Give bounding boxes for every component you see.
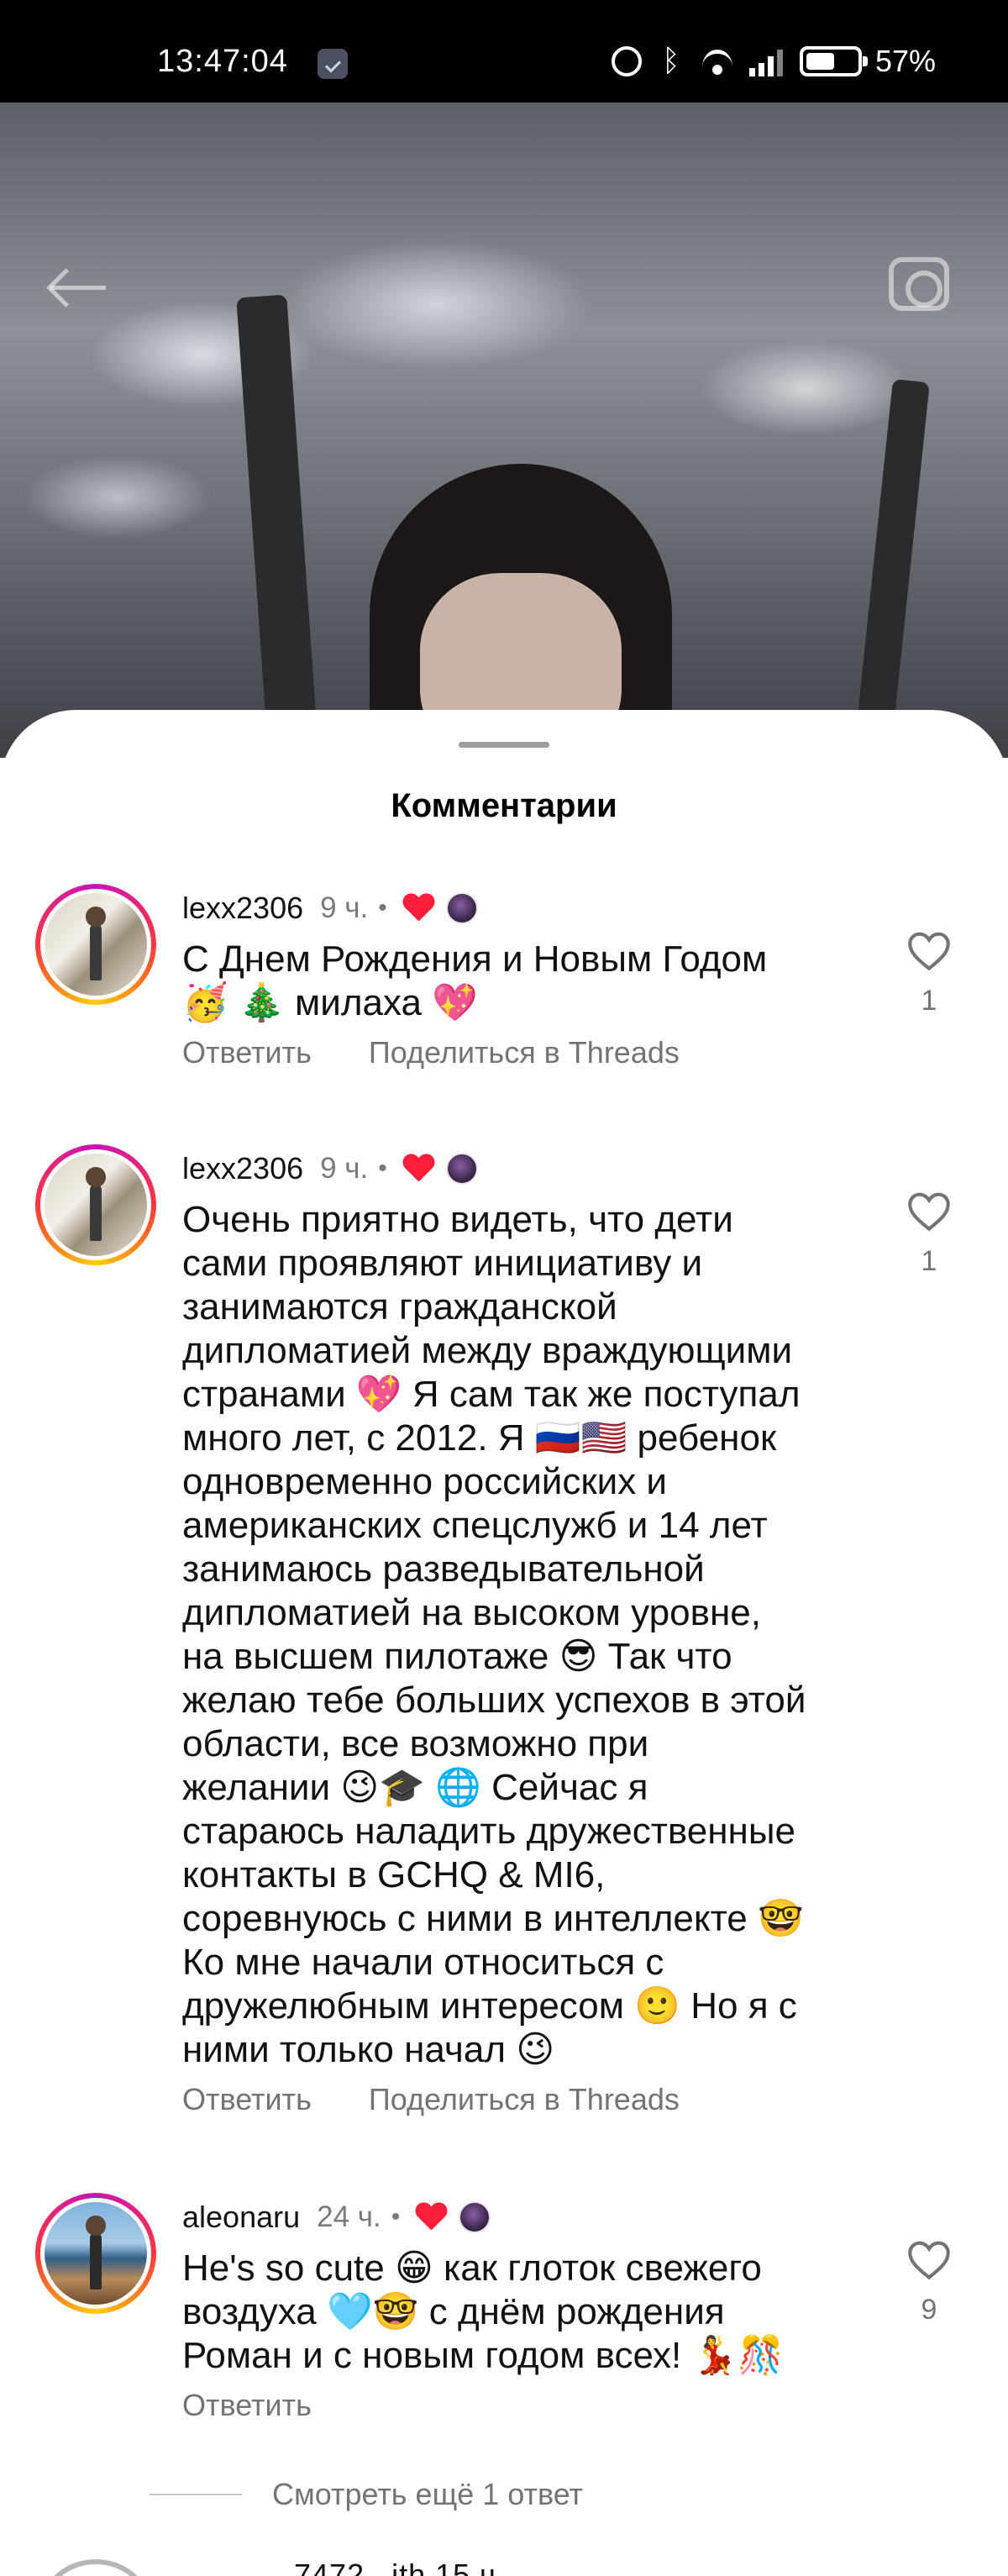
sheet-drag-handle[interactable] (459, 742, 549, 748)
view-more-replies-button[interactable]: Смотреть ещё 1 ответ (150, 2477, 583, 2512)
tree-trunk (854, 378, 930, 751)
comment-time: 9 ч. (320, 1152, 369, 1185)
separator-dot: • (378, 894, 387, 922)
comment-time: 9 ч. (320, 891, 369, 924)
creator-liked-heart-icon (402, 1154, 434, 1183)
sheet-title: Комментарии (391, 787, 617, 824)
like-heart-icon[interactable] (906, 929, 953, 971)
avatar-photo (45, 893, 147, 996)
battery-level (806, 53, 834, 70)
wifi-icon (699, 46, 736, 76)
avatar[interactable] (35, 2193, 156, 2314)
alarm-icon (611, 46, 642, 76)
creator-liked-heart-icon (402, 894, 434, 923)
avatar[interactable] (35, 884, 156, 1005)
creator-mini-avatar (445, 892, 478, 924)
creator-mini-avatar (459, 2201, 491, 2233)
avatar[interactable] (35, 1144, 156, 1265)
comment-username[interactable]: lexx2306 (182, 891, 303, 926)
view-more-replies-label: Смотреть ещё 1 ответ (272, 2477, 584, 2511)
status-indicators: 57% (611, 43, 936, 79)
comment-username-partial[interactable]: 7472 _ith 15 ч. (294, 2558, 506, 2576)
tree-trunk (236, 294, 318, 751)
like-heart-icon[interactable] (906, 1190, 953, 1232)
avatar-photo (45, 2202, 147, 2305)
creator-mini-avatar (445, 1153, 478, 1185)
share-threads-button[interactable]: Поделиться в Threads (369, 1035, 680, 1070)
like-count: 1 (921, 985, 937, 1017)
story-photo[interactable] (0, 103, 1008, 766)
like-heart-icon[interactable] (906, 2238, 953, 2280)
comment-time: 24 ч. (317, 2200, 381, 2233)
like-count: 1 (921, 1245, 937, 1277)
status-bar: 13:47:04 57% (0, 0, 1008, 103)
comment-text: Очень приятно видеть, что дети сами проя… (182, 1199, 806, 2070)
back-arrow-icon[interactable] (45, 262, 113, 313)
separator-dot: • (391, 2203, 401, 2231)
reply-button[interactable]: Ответить (182, 1035, 312, 1070)
battery-icon (799, 46, 868, 76)
battery-percent: 57% (874, 44, 936, 78)
reply-button[interactable]: Ответить (182, 2388, 312, 2423)
avatar-photo (45, 1154, 147, 1256)
status-time: 13:47:04 (157, 44, 288, 79)
reply-button[interactable]: Ответить (182, 2082, 312, 2117)
comment-username[interactable]: aleonaru (182, 2200, 300, 2235)
comment-text: С Днем Рождения и Новым Годом 🥳 🎄 милаха… (182, 938, 768, 1023)
comment-username[interactable]: lexx2306 (182, 1151, 303, 1186)
creator-liked-heart-icon (415, 2203, 447, 2232)
separator-dot: • (378, 1154, 387, 1182)
comment-text: He's so cute 😁 как глоток свежего воздух… (182, 2247, 785, 2376)
divider-line (150, 2494, 242, 2495)
app-notification-icon (318, 49, 348, 79)
bluetooth-icon (655, 43, 685, 78)
share-threads-button[interactable]: Поделиться в Threads (369, 2082, 680, 2117)
like-count: 9 (921, 2294, 937, 2326)
signal-icon (748, 46, 786, 76)
camera-icon[interactable] (889, 257, 949, 311)
